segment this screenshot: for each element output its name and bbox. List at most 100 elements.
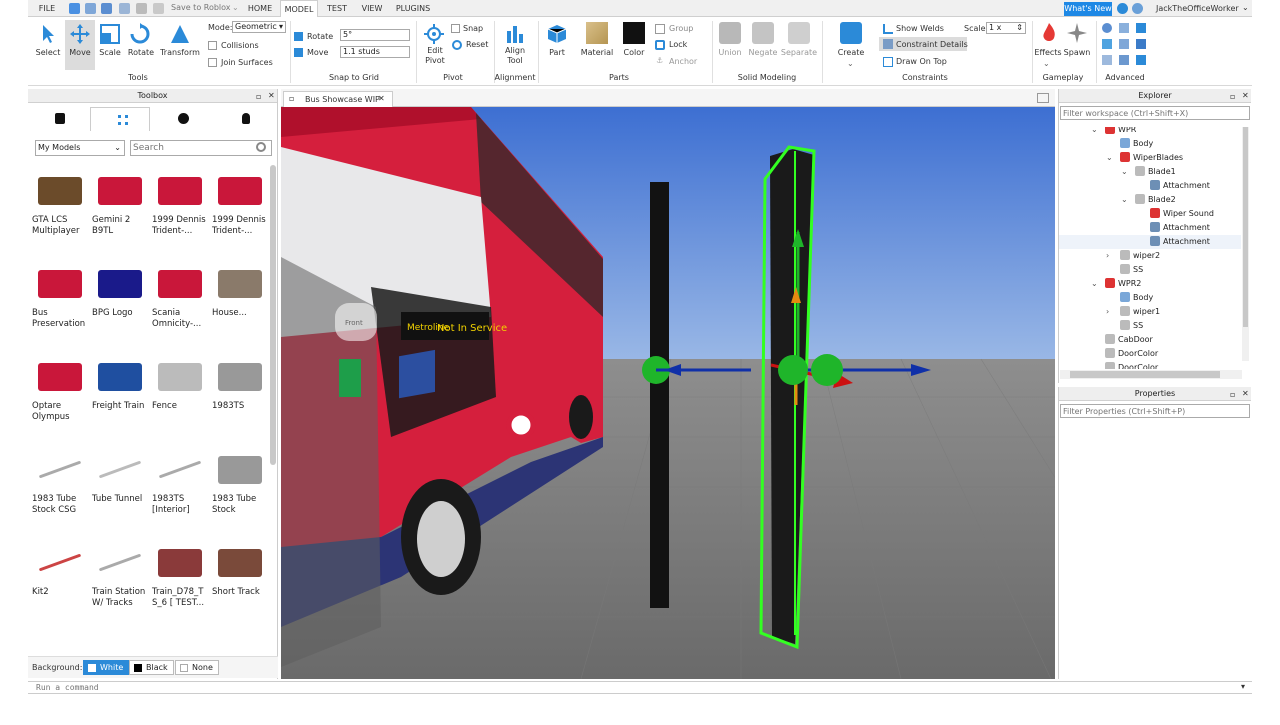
toolbox-item[interactable]: Optare Olympus [30,351,90,425]
snap-move-checkbox[interactable] [294,48,303,57]
snap-move-input[interactable]: 1.1 studs [340,46,410,58]
explorer-hscrollbar[interactable] [1060,370,1242,379]
explorer-hscroll-thumb[interactable] [1070,371,1220,378]
tab-recent[interactable] [152,107,212,131]
join-surfaces-checkbox[interactable] [208,58,217,67]
scale-button[interactable]: Scale [95,48,125,57]
explorer-vscrollbar[interactable] [1242,127,1249,361]
explorer-row[interactable]: ⌄ WPR [1059,127,1241,137]
toolbox-search-input[interactable] [130,140,272,156]
command-dropdown-icon[interactable]: ▾ [1241,682,1245,691]
anchor-button[interactable]: Anchor [669,57,697,66]
toolbox-item[interactable]: Gemini 2 B9TL [90,165,150,239]
advanced-collision-icon[interactable] [1102,39,1112,49]
spawn-button[interactable]: Spawn [1062,48,1092,57]
expand-arrow-icon[interactable]: › [1106,305,1109,319]
dropdown-icon[interactable]: ⌄ [232,3,239,12]
tab-inventory[interactable] [90,107,150,131]
pivot-reset-button[interactable]: Reset [466,40,488,49]
toolbox-item[interactable]: 1983TS [210,351,270,425]
open-file-icon[interactable] [85,3,96,14]
collapse-arrow-icon[interactable]: ⌄ [1121,193,1128,207]
group-button[interactable]: Group [669,24,693,33]
properties-filter-input[interactable] [1060,404,1250,418]
publish-icon[interactable] [119,3,130,14]
collisions-checkbox[interactable] [208,41,217,50]
category-select[interactable]: My Models ⌄ [35,140,125,156]
advanced-run-icon[interactable] [1102,55,1112,65]
viewport-toggle-icon[interactable] [1037,93,1049,103]
create-button[interactable]: Create [834,48,868,57]
transform-button[interactable]: Transform [159,48,201,57]
tab-marketplace[interactable] [29,107,89,131]
toolbox-item[interactable]: 1983 Tube Stock CSG [30,444,90,518]
snap-rotate-checkbox[interactable] [294,32,303,41]
toolbox-item[interactable]: 1999 Dennis Trident-... [210,165,270,239]
toolbox-item[interactable]: Train_D78_T S_6 [ TEST... [150,537,210,611]
advanced-material-icon[interactable] [1119,39,1129,49]
toolbox-item[interactable]: 1983 Tube Stock [210,444,270,518]
toolbox-item[interactable]: Kit2 [30,537,90,611]
pivot-snap-checkbox[interactable] [451,24,460,33]
advanced-modulescript-icon[interactable] [1136,23,1146,33]
command-input[interactable] [36,682,1236,693]
save-to-roblox-button[interactable]: Save to Roblox [171,3,231,12]
edit-pivot-button[interactable]: Edit Pivot [420,46,450,66]
collapse-arrow-icon[interactable]: ⌄ [1091,127,1098,137]
advanced-package-icon[interactable] [1136,55,1146,65]
toolbox-item[interactable]: Bus Preservation [30,258,90,332]
explorer-row[interactable]: Body [1059,291,1241,305]
effects-dropdown-icon[interactable]: ⌄ [1043,59,1050,68]
explorer-row[interactable]: Wiper Sound [1059,207,1241,221]
user-dropdown-icon[interactable]: ⌄ [1242,3,1249,12]
tab-model[interactable]: MODEL [280,0,318,18]
explorer-row[interactable]: SS [1059,263,1241,277]
snap-rotate-input[interactable]: 5° [340,29,410,41]
tab-bus-showcase[interactable]: ▫ Bus Showcase WIP ✕ [283,91,393,107]
constraint-scale-input[interactable]: 1 x ⇕ [986,22,1026,34]
help-icon[interactable] [1117,3,1128,14]
background-white-button[interactable]: White [83,660,130,675]
username-label[interactable]: JackTheOfficeWorker [1156,4,1239,13]
explorer-row[interactable]: Body [1059,137,1241,151]
toolbox-item[interactable]: GTA LCS Multiplayer [30,165,90,239]
close-icon[interactable]: ✕ [1242,389,1249,398]
command-bar[interactable]: ▾ [28,681,1252,694]
toolbox-item[interactable]: BPG Logo [90,258,150,332]
mode-select[interactable]: Geometric ▾ [232,21,286,33]
explorer-filter-input[interactable] [1060,106,1250,120]
select-button[interactable]: Select [32,48,64,57]
save-icon[interactable] [136,3,147,14]
explorer-row[interactable]: DoorColor [1059,347,1241,361]
tab-close-icon[interactable]: ✕ [378,94,385,103]
whats-new-button[interactable]: What's New [1064,2,1112,16]
draw-on-top-button[interactable]: Draw On Top [896,57,947,66]
explorer-row[interactable]: ⌄ Blade1 [1059,165,1241,179]
union-button[interactable]: Union [714,48,746,57]
undock-icon[interactable]: ▫ [1230,92,1235,101]
show-welds-button[interactable]: Show Welds [896,24,944,33]
toolbox-item[interactable]: Short Track [210,537,270,611]
move-handle[interactable] [811,354,843,386]
explorer-row[interactable]: CabDoor [1059,333,1241,347]
toolbox-item[interactable]: Train Station W/ Tracks [90,537,150,611]
constraint-details-button[interactable]: Constraint Details [896,40,968,49]
tab-view[interactable]: VIEW [356,0,388,17]
effects-button[interactable]: Effects [1032,48,1064,57]
close-icon[interactable]: ✕ [1242,91,1249,100]
new-file-icon[interactable] [69,3,80,14]
tab-creations[interactable] [214,107,274,131]
search-icon[interactable] [256,142,266,152]
tab-plugins[interactable]: PLUGINS [390,0,436,17]
toolbox-item[interactable]: Tube Tunnel [90,444,150,518]
explorer-row[interactable]: ⌄ WiperBlades [1059,151,1241,165]
toolbox-scrollbar[interactable] [270,165,276,465]
advanced-tag-icon[interactable] [1136,39,1146,49]
negate-button[interactable]: Negate [746,48,780,57]
move-handle[interactable] [778,355,808,385]
align-tool-button[interactable]: Align Tool [500,46,530,66]
3d-viewport[interactable]: Metroline Not In Service Front [281,107,1055,679]
separate-button[interactable]: Separate [780,48,818,57]
part-button[interactable]: Part [543,48,571,57]
explorer-row[interactable]: Attachment [1059,235,1241,249]
